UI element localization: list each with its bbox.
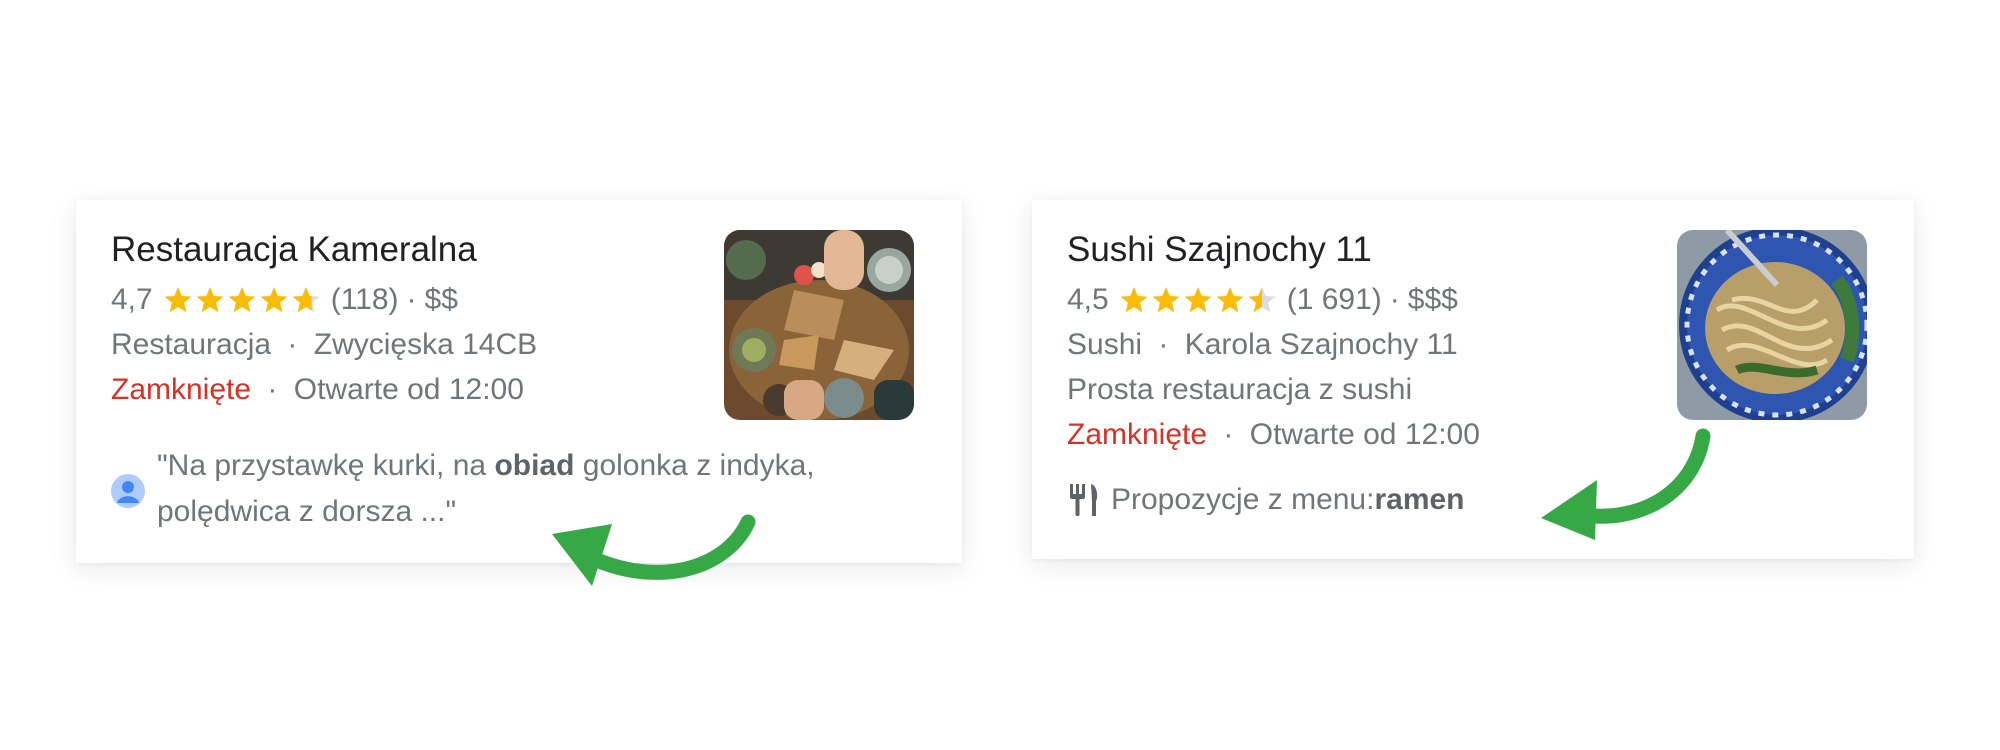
separator: · — [406, 283, 417, 316]
status-closed: Zamknięte — [111, 373, 252, 406]
star-icon — [1184, 287, 1212, 313]
star-icon — [196, 287, 224, 313]
review-count[interactable]: (1 691) — [1287, 280, 1382, 320]
star-icon — [292, 287, 320, 313]
price-level: $$ — [424, 283, 458, 316]
review-text-start: "Na przystawkę kurki, na — [157, 449, 495, 482]
curved-arrow — [1541, 428, 1711, 540]
hours-row: Zamknięte · Otwarte od 12:00 — [111, 370, 524, 410]
place-card-kameralna[interactable]: Restauracja Kameralna 4,7 (118) · $$ Res… — [76, 200, 962, 563]
separator: · — [1223, 418, 1234, 451]
menu-suggestions-row[interactable]: Propozycje z menu: ramen — [1067, 480, 1465, 520]
star-icon — [1216, 287, 1244, 313]
stage: Restauracja Kameralna 4,7 (118) · $$ Res… — [0, 0, 2000, 750]
address: Karola Szajnochy 11 — [1184, 328, 1458, 361]
category-address-row: Sushi · Karola Szajnochy 11 — [1067, 325, 1458, 365]
rating-value: 4,7 — [111, 283, 153, 316]
curved-arrow — [552, 514, 756, 586]
separator: · — [267, 373, 278, 406]
star-icon — [1248, 287, 1276, 313]
category: Sushi — [1067, 328, 1143, 361]
menu-item: ramen — [1374, 483, 1465, 516]
place-title[interactable]: Sushi Szajnochy 11 — [1067, 230, 1372, 270]
separator: · — [1389, 283, 1400, 316]
rating-row: 4,5 (1 691) · $$$ — [1067, 280, 1458, 320]
star-rating — [163, 285, 323, 315]
category-address-row: Restauracja · Zwycięska 14CB — [111, 325, 537, 365]
hours-row: Zamknięte · Otwarte od 12:00 — [1067, 415, 1480, 455]
category: Restauracja — [111, 328, 272, 361]
review-highlight: obiad — [494, 449, 575, 482]
address: Zwycięska 14CB — [313, 328, 538, 361]
place-photo[interactable] — [724, 230, 914, 420]
star-icon — [164, 287, 192, 313]
review-snippet[interactable]: "Na przystawkę kurki, na obiad golonka z… — [157, 443, 917, 535]
separator: · — [287, 328, 298, 361]
status-closed: Zamknięte — [1067, 418, 1208, 451]
price-level: $$$ — [1407, 283, 1458, 316]
description: Prosta restauracja z sushi — [1067, 373, 1413, 406]
opening-hours: Otwarte od 12:00 — [293, 373, 524, 406]
star-rating — [1119, 285, 1279, 315]
menu-label: Propozycje z menu: — [1111, 483, 1375, 516]
rating-value: 4,5 — [1067, 283, 1109, 316]
separator: · — [1158, 328, 1169, 361]
star-icon — [228, 287, 256, 313]
opening-hours: Otwarte od 12:00 — [1249, 418, 1480, 451]
review-count[interactable]: (118) — [331, 280, 399, 320]
rating-row: 4,7 (118) · $$ — [111, 280, 458, 320]
place-card-sushi-szajnochy[interactable]: Sushi Szajnochy 11 4,5 (1 691) · $$$ Sus… — [1032, 200, 1914, 559]
ramen-bowl-photo — [1677, 230, 1867, 420]
food-table-photo — [724, 230, 914, 420]
star-icon — [260, 287, 288, 313]
place-photo[interactable] — [1677, 230, 1867, 420]
place-title[interactable]: Restauracja Kameralna — [111, 230, 477, 270]
avatar-icon — [111, 474, 145, 508]
star-icon — [1152, 287, 1180, 313]
star-icon — [1120, 287, 1148, 313]
cutlery-icon — [1070, 484, 1098, 516]
